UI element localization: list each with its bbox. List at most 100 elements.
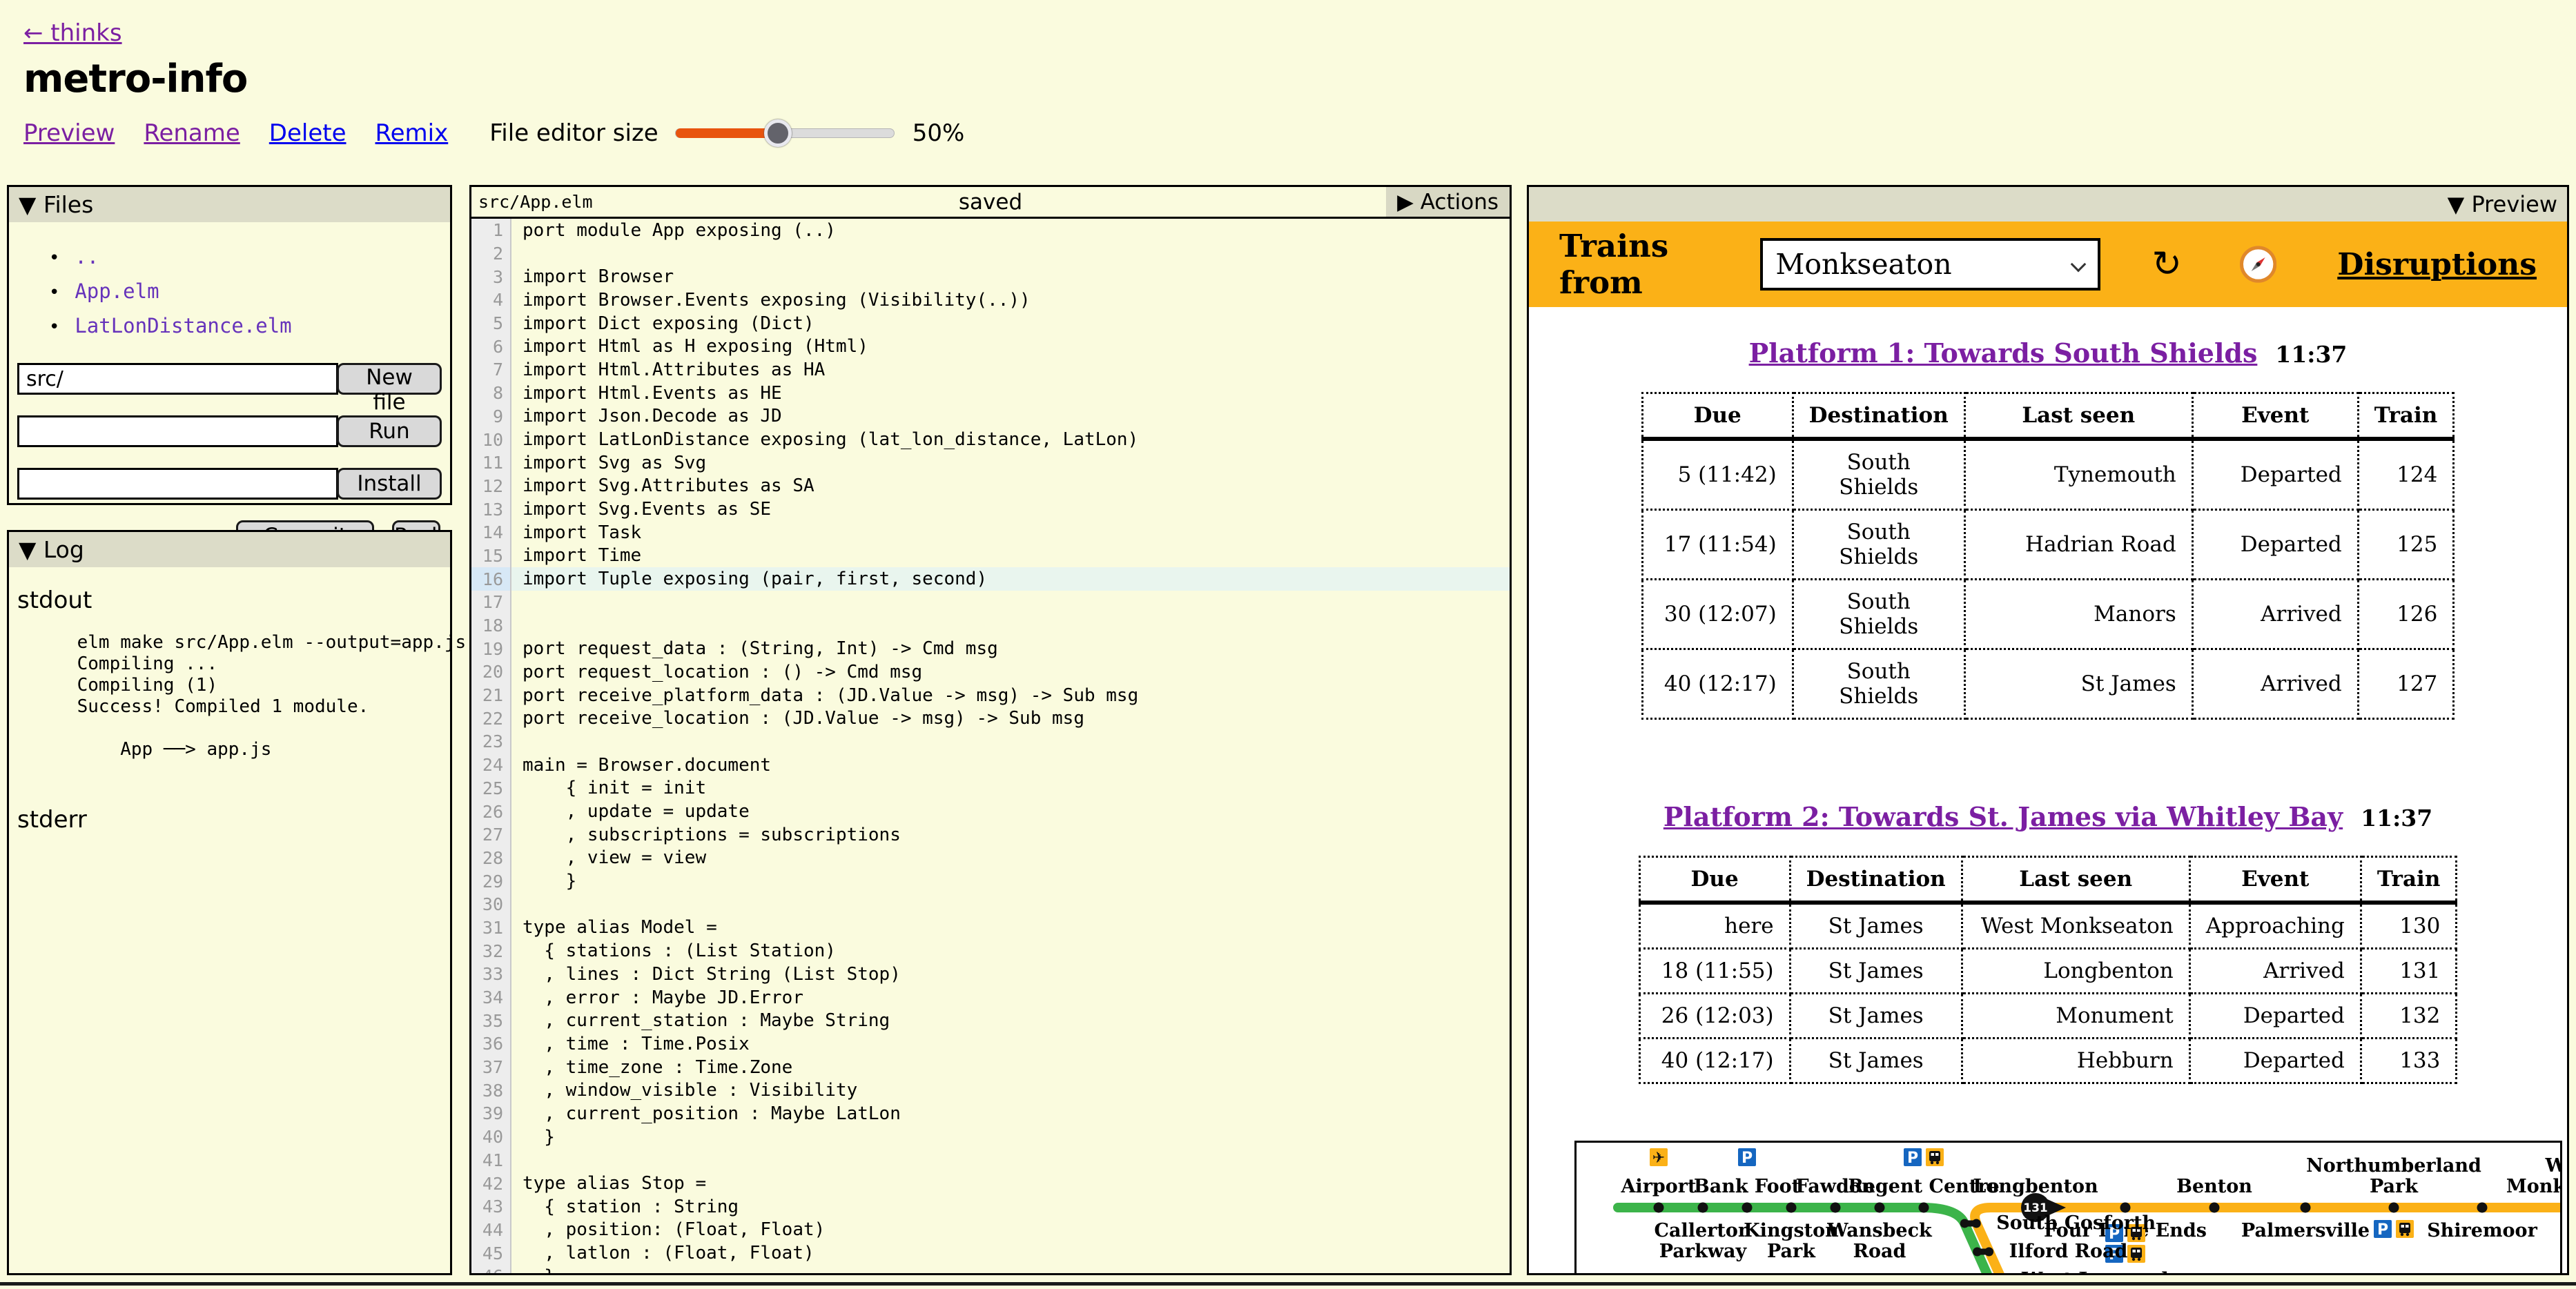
- table-cell: 130: [2361, 903, 2457, 949]
- editor-actions-button[interactable]: ▶ Actions: [1386, 187, 1510, 217]
- table-cell: 30 (12:07): [1642, 580, 1793, 649]
- install-input[interactable]: [17, 468, 338, 500]
- station-select-value: Monkseaton: [1775, 248, 1951, 281]
- code-line: 42type alias Stop =: [471, 1172, 1510, 1195]
- table-cell: St James: [1790, 903, 1962, 949]
- station-select[interactable]: Monkseaton: [1760, 238, 2100, 291]
- table-header-cell: Event: [2192, 393, 2358, 440]
- code-editor[interactable]: 1port module App exposing (..)23import B…: [471, 219, 1510, 1275]
- new-file-input[interactable]: [17, 363, 338, 395]
- nav-link-delete[interactable]: Delete: [269, 119, 347, 147]
- line-number: 43: [471, 1195, 511, 1219]
- svg-text:West: West: [2545, 1155, 2560, 1177]
- refresh-icon[interactable]: ↻: [2151, 246, 2182, 282]
- slider-thumb[interactable]: [764, 119, 792, 147]
- code-text: }: [511, 1265, 1510, 1275]
- code-line: 16import Tuple exposing (pair, first, se…: [471, 567, 1510, 591]
- preview-panel-header[interactable]: ▼ Preview: [1529, 187, 2567, 222]
- line-number: 17: [471, 591, 511, 614]
- table-cell: 127: [2358, 649, 2454, 719]
- code-text: , current_position : Maybe LatLon: [511, 1102, 1510, 1125]
- code-line: 8import Html.Events as HE: [471, 382, 1510, 405]
- project-toolbar: Preview Rename Delete Remix File editor siz…: [23, 119, 964, 147]
- editor-size-slider[interactable]: [675, 128, 895, 138]
- line-number: 46: [471, 1265, 511, 1275]
- code-line: 20port request_location : () -> Cmd msg: [471, 660, 1510, 684]
- install-button[interactable]: Install: [337, 468, 442, 500]
- code-line: 12import Svg.Attributes as SA: [471, 475, 1510, 498]
- line-number: 7: [471, 358, 511, 382]
- editor-size-label: File editor size: [489, 119, 658, 147]
- code-text: import Dict exposing (Dict): [511, 312, 1510, 335]
- page-bottom-scrollbar[interactable]: [0, 1282, 2576, 1286]
- platform-link[interactable]: Platform 1: Towards South Shields: [1749, 337, 2258, 368]
- line-number: 8: [471, 382, 511, 405]
- platform-time: 11:37: [2361, 805, 2432, 832]
- table-cell: Arrived: [2192, 580, 2358, 649]
- code-text: , lines : Dict String (List Stop): [511, 963, 1510, 986]
- line-number: 18: [471, 614, 511, 638]
- code-text: [511, 242, 1510, 266]
- run-input[interactable]: [17, 415, 338, 447]
- run-button[interactable]: Run: [337, 415, 442, 447]
- files-panel-header[interactable]: ▼ Files: [9, 187, 450, 222]
- code-line: 36 , time : Time.Posix: [471, 1032, 1510, 1056]
- code-line: 2: [471, 242, 1510, 266]
- compass-icon[interactable]: [2240, 243, 2276, 286]
- code-text: import Html.Attributes as HA: [511, 358, 1510, 382]
- code-text: , view = view: [511, 847, 1510, 870]
- new-file-button[interactable]: New file: [337, 363, 442, 395]
- table-row: 18 (11:55)St JamesLongbentonArrived131: [1639, 949, 2457, 994]
- code-text: , latlon : (Float, Float): [511, 1241, 1510, 1265]
- nav-link-rename[interactable]: Rename: [144, 119, 240, 147]
- back-link[interactable]: ← thinks: [23, 19, 122, 47]
- table-cell: South Shields: [1793, 580, 1964, 649]
- line-number: 32: [471, 939, 511, 963]
- table-cell: 132: [2361, 994, 2457, 1039]
- code-line: 19port request_data : (String, Int) -> C…: [471, 637, 1510, 660]
- line-number: 27: [471, 823, 511, 847]
- code-text: type alias Model =: [511, 916, 1510, 940]
- line-number: 33: [471, 963, 511, 986]
- table-cell: St James: [1790, 949, 1962, 994]
- platform-link[interactable]: Platform 2: Towards St. James via Whitle…: [1663, 801, 2343, 832]
- code-text: import Svg.Events as SE: [511, 498, 1510, 521]
- table-cell: Longbenton: [1962, 949, 2189, 994]
- code-line: 6import Html as H exposing (Html): [471, 335, 1510, 358]
- svg-text:Northumberland: Northumberland: [2306, 1155, 2481, 1177]
- code-text: , position: (Float, Float): [511, 1219, 1510, 1242]
- nav-link-remix[interactable]: Remix: [375, 119, 449, 147]
- platforms-container: Platform 1: Towards South Shields 11:37 Du…: [1529, 337, 2567, 1084]
- line-number: 35: [471, 1009, 511, 1032]
- line-number: 36: [471, 1032, 511, 1056]
- table-cell: 125: [2358, 510, 2454, 580]
- code-text: port receive_location : (JD.Value -> msg…: [511, 707, 1510, 730]
- code-text: main = Browser.document: [511, 754, 1510, 777]
- table-cell: South Shields: [1793, 649, 1964, 719]
- code-line: 13import Svg.Events as SE: [471, 498, 1510, 521]
- code-line: 27 , subscriptions = subscriptions: [471, 823, 1510, 847]
- file-link[interactable]: LatLonDistance.elm: [75, 314, 291, 337]
- table-header-cell: Due: [1639, 857, 1790, 903]
- departures-table: DueDestinationLast seenEventTrainhereSt …: [1639, 856, 2458, 1084]
- code-text: type alias Stop =: [511, 1172, 1510, 1195]
- svg-text:Wansbeck: Wansbeck: [1826, 1220, 1933, 1241]
- file-link[interactable]: App.elm: [75, 279, 159, 303]
- line-number: 45: [471, 1241, 511, 1265]
- table-header-cell: Train: [2361, 857, 2457, 903]
- line-number: 24: [471, 754, 511, 777]
- editor-panel: src/App.elm saved ▶ Actions 1port module…: [469, 185, 1512, 1275]
- line-number: 6: [471, 335, 511, 358]
- line-number: 34: [471, 986, 511, 1010]
- nav-link-preview[interactable]: Preview: [23, 119, 115, 147]
- disruptions-link[interactable]: Disruptions: [2337, 247, 2537, 282]
- line-number: 28: [471, 847, 511, 870]
- code-line: 41: [471, 1149, 1510, 1172]
- file-action-row: New file: [17, 363, 442, 395]
- file-link[interactable]: ..: [75, 245, 99, 268]
- log-panel-header[interactable]: ▼ Log: [9, 532, 450, 567]
- code-line: 21port receive_platform_data : (JD.Value…: [471, 684, 1510, 707]
- table-cell: 17 (11:54): [1642, 510, 1793, 580]
- trains-banner: Trains from Monkseaton ↻ Disruptions: [1529, 222, 2567, 307]
- line-number: 26: [471, 800, 511, 823]
